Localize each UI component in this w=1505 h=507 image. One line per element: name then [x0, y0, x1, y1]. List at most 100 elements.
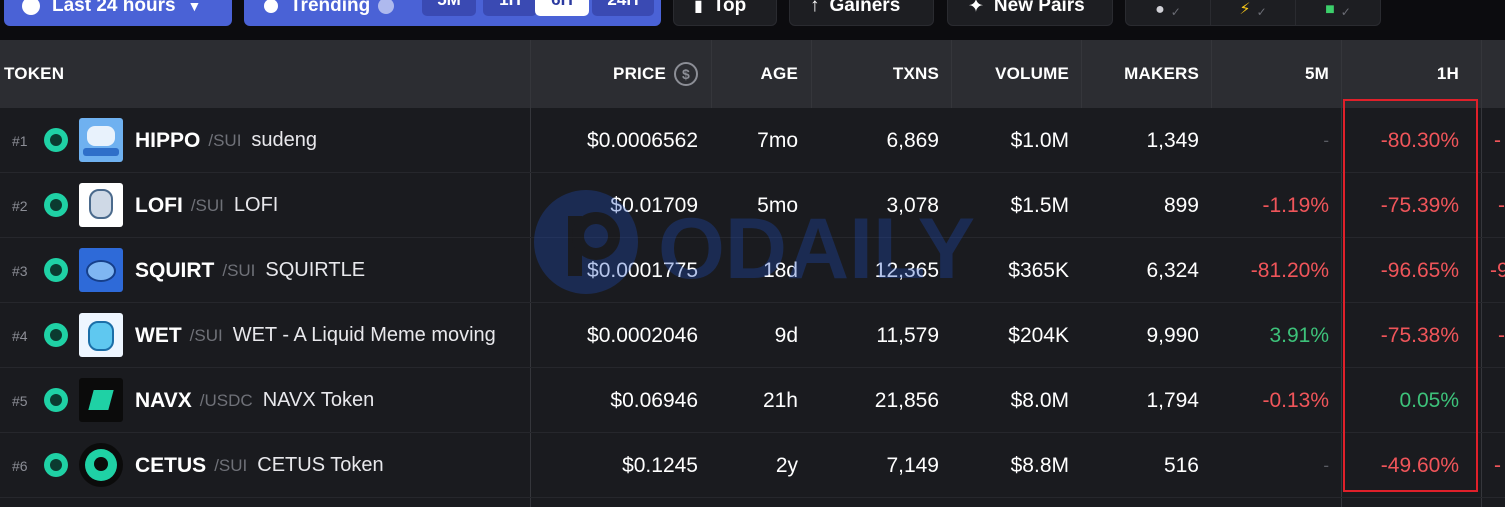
segment-24h[interactable]: 24H — [592, 0, 654, 16]
divider — [951, 40, 952, 108]
segment-5m[interactable]: 5M — [422, 0, 476, 16]
token-name[interactable]: SQUIRT /SUI SQUIRTLE — [135, 238, 530, 303]
dollar-circle-icon[interactable]: $ — [674, 62, 698, 86]
change-5m-cell: 3.91% — [1269, 323, 1329, 347]
token-fullname: LOFI — [233, 194, 279, 216]
row-rank: #4 — [12, 327, 28, 344]
filter-group: ● ✓ ⚡ ✓ ■ ✓ — [1125, 0, 1381, 26]
token-symbol: WET — [135, 323, 182, 347]
age-cell: 5mo — [757, 193, 798, 217]
row-rank: #1 — [12, 132, 28, 149]
trending-button[interactable]: Trending 5M 1H 6H 24H — [244, 0, 661, 26]
clock-icon — [22, 0, 40, 15]
profile-filter[interactable]: ● ✓ — [1126, 0, 1211, 25]
row-rank: #3 — [12, 262, 28, 279]
divider — [711, 40, 712, 108]
txns-cell: 11,579 — [876, 323, 939, 347]
makers-cell: 6,324 — [1146, 258, 1199, 282]
col-txns[interactable]: TXNS — [812, 40, 939, 108]
change-6h-cell-clipped: - — [1498, 323, 1505, 347]
token-symbol: HIPPO — [135, 128, 201, 152]
volume-cell: $8.0M — [1010, 388, 1069, 412]
makers-cell: 9,990 — [1146, 323, 1199, 347]
divider — [811, 40, 812, 108]
table-row[interactable]: #4 WET /SUI WET - A Liquid Meme moving $… — [0, 303, 1505, 368]
volume-cell: $1.0M — [1010, 128, 1069, 152]
table-row[interactable]: #3 SQUIRT /SUI SQUIRTLE $0.0001775 18d 1… — [0, 238, 1505, 303]
segment-6h[interactable]: 6H — [535, 0, 589, 16]
makers-cell: 516 — [1163, 453, 1199, 477]
token-name[interactable]: HIPPO /SUI sudeng — [135, 108, 530, 173]
age-cell: 21h — [762, 388, 798, 412]
token-name[interactable]: LOFI /SUI LOFI — [135, 173, 530, 238]
makers-cell: 1,794 — [1146, 388, 1199, 412]
bar-chart-icon: ▮ — [694, 0, 703, 15]
time-range-label: Last 24 hours — [52, 0, 176, 16]
token-fullname: WET - A Liquid Meme moving — [232, 324, 496, 346]
lofi-logo — [79, 183, 123, 227]
txns-cell: 7,149 — [886, 453, 939, 477]
col-age[interactable]: AGE — [712, 40, 798, 108]
col-5m[interactable]: 5M — [1212, 40, 1329, 108]
android-filter[interactable]: ■ ✓ — [1296, 0, 1380, 25]
top-label: Top — [712, 0, 747, 16]
table-row[interactable]: #1 HIPPO /SUI sudeng $0.0006562 7mo 6,86… — [0, 108, 1505, 173]
token-symbol: NAVX — [135, 388, 192, 412]
age-cell: 7mo — [757, 128, 798, 152]
makers-cell: 899 — [1163, 193, 1199, 217]
table-row[interactable]: #2 LOFI /SUI LOFI $0.01709 5mo 3,078 $1.… — [0, 173, 1505, 238]
txns-cell: 21,856 — [874, 388, 939, 412]
sui-chain-icon — [44, 258, 68, 282]
change-5m-cell: -81.20% — [1250, 258, 1329, 282]
volume-cell: $365K — [1008, 258, 1069, 282]
token-symbol: SQUIRT — [135, 258, 215, 282]
change-6h-cell-clipped: - — [1494, 128, 1501, 152]
info-icon[interactable] — [378, 0, 395, 14]
col-token[interactable]: TOKEN — [4, 40, 204, 108]
volume-cell: $204K — [1008, 323, 1069, 347]
volume-cell: $8.8M — [1010, 453, 1069, 477]
quote-symbol: /SUI — [208, 130, 242, 150]
squirt-logo — [79, 248, 123, 292]
check-icon: ✓ — [1340, 5, 1351, 19]
age-cell: 18d — [762, 258, 798, 282]
new-pairs-button[interactable]: ✦ New Pairs — [947, 0, 1113, 26]
col-1h[interactable]: 1H — [1342, 40, 1459, 108]
token-fullname: sudeng — [251, 129, 318, 151]
divider — [1211, 40, 1212, 108]
volume-cell: $1.5M — [1010, 193, 1069, 217]
change-5m-cell: -1.19% — [1262, 193, 1329, 217]
txns-cell: 3,078 — [886, 193, 939, 217]
table-row[interactable]: #6 CETUS /SUI CETUS Token $0.1245 2y 7,1… — [0, 433, 1505, 498]
sui-chain-icon — [44, 193, 68, 217]
col-makers[interactable]: MAKERS — [1082, 40, 1199, 108]
check-icon: ✓ — [1256, 5, 1267, 19]
segment-1h[interactable]: 1H — [483, 0, 537, 16]
quote-symbol: /SUI — [190, 195, 224, 215]
change-6h-cell-clipped: - — [1498, 193, 1505, 217]
price-cell: $0.0002046 — [587, 323, 698, 347]
change-5m-cell: - — [1323, 455, 1329, 475]
token-table: TOKEN PRICE $ AGE TXNS VOLUME MAKERS 5M … — [0, 40, 1505, 507]
new-pairs-label: New Pairs — [993, 0, 1085, 16]
col-price[interactable]: PRICE $ — [530, 40, 698, 108]
token-name[interactable]: CETUS /SUI CETUS Token — [135, 433, 530, 498]
token-name[interactable]: NAVX /USDC NAVX Token — [135, 368, 530, 433]
time-range-dropdown[interactable]: Last 24 hours ▼ — [4, 0, 232, 26]
age-cell: 2y — [775, 453, 798, 477]
txns-cell: 6,869 — [886, 128, 939, 152]
col-volume[interactable]: VOLUME — [952, 40, 1069, 108]
token-symbol: LOFI — [135, 193, 183, 217]
quote-symbol: /SUI — [222, 260, 256, 280]
change-6h-cell-clipped: - — [1494, 453, 1501, 477]
chevron-down-icon: ▼ — [187, 0, 202, 14]
top-button[interactable]: ▮ Top — [673, 0, 777, 26]
sui-chain-icon — [44, 453, 68, 477]
token-name[interactable]: WET /SUI WET - A Liquid Meme moving — [135, 303, 530, 368]
boost-filter[interactable]: ⚡ ✓ — [1211, 0, 1296, 25]
quote-symbol: /USDC — [199, 390, 253, 410]
gainers-button[interactable]: ↑ Gainers — [789, 0, 934, 26]
cetus-logo — [79, 443, 123, 487]
table-row[interactable]: #5 NAVX /USDC NAVX Token $0.06946 21h 21… — [0, 368, 1505, 433]
gainers-label: Gainers — [829, 0, 901, 16]
